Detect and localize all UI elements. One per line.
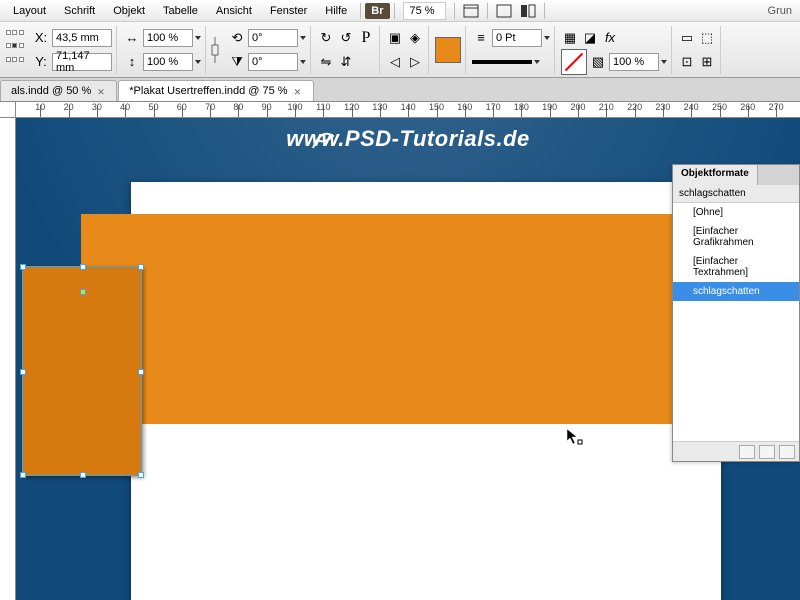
select-container-icon[interactable]: ▣ [386,29,404,47]
zoom-value: 75 % [410,5,435,17]
rotation-icon: ⟲ [228,29,246,47]
fill-color-swatch[interactable] [435,37,461,63]
menu-divider [487,3,488,19]
select-content-icon[interactable]: ◈ [406,29,424,47]
x-position-field[interactable]: 43,5 mm [52,29,112,47]
panel-empty-area [673,301,799,441]
menu-layout[interactable]: Layout [4,2,55,20]
scale-x-field[interactable]: 100 % [143,29,193,47]
document-tab-bar: als.indd @ 50 % ✕ *Plakat Usertreffen.in… [0,78,800,102]
panel-tab-row: Objektformate [673,165,799,185]
chevron-down-icon [544,36,550,40]
text-wrap-bbox-icon[interactable]: ⬚ [698,29,716,47]
tab-label: als.indd @ 50 % [11,85,91,97]
menu-objekt[interactable]: Objekt [104,2,154,20]
style-item-graphic-frame[interactable]: [Einfacher Grafikrahmen [673,222,799,252]
y-position-field[interactable]: 71,147 mm [52,53,112,71]
orange-rectangle[interactable] [81,214,691,424]
paragraph-icon[interactable]: P [357,29,375,47]
style-item-none[interactable]: [Ohne] [673,203,799,222]
horizontal-ruler[interactable]: 0102030405060708090100110120130140150160… [16,102,800,118]
view-mode-normal-icon[interactable] [460,2,482,20]
rotate-ccw-icon[interactable]: ↺ [337,29,355,47]
effects-icon[interactable]: ▦ [561,29,579,47]
close-tab-icon[interactable]: ✕ [294,87,303,96]
rotation-field[interactable]: 0° [248,29,298,47]
workspace-label[interactable]: Grun [768,5,796,17]
menu-fenster[interactable]: Fenster [261,2,316,20]
x-position-icon: X: [32,29,50,47]
ruler-origin[interactable] [0,102,16,118]
flip-v-icon[interactable]: ⇵ [337,53,355,71]
select-next-icon[interactable]: ▷ [406,53,424,71]
rotate-cw-icon[interactable]: ↻ [317,29,335,47]
fit-content-icon[interactable]: ⊡ [678,53,696,71]
stroke-weight-field[interactable]: 0 Pt [492,29,542,47]
arrange-icon[interactable] [517,2,539,20]
zoom-dropdown[interactable]: 75 % [403,2,446,20]
chevron-down-icon [300,60,306,64]
tab-label: *Plakat Usertreffen.indd @ 75 % [129,85,287,97]
vertical-ruler[interactable] [0,118,16,600]
chevron-down-icon [195,36,201,40]
website-url-text: www.PSD-Tutorials.de [286,126,529,152]
fx-icon[interactable]: fx [601,29,619,47]
flip-h-icon[interactable]: ⇋ [317,53,335,71]
stroke-weight-icon: ≡ [472,29,490,47]
stroke-style-dropdown[interactable] [472,60,532,64]
opacity-field[interactable]: 100 % [609,53,659,71]
chevron-down-icon [195,60,201,64]
selection-frame [22,266,142,476]
object-styles-panel: Objektformate schlagschatten [Ohne] [Ein… [672,164,800,462]
new-style-button[interactable] [759,445,775,459]
menu-ansicht[interactable]: Ansicht [207,2,261,20]
panel-current-style[interactable]: schlagschatten [673,185,799,203]
reference-point[interactable] [4,28,26,72]
y-position-icon: Y: [32,53,50,71]
bridge-button[interactable]: Br [365,3,389,19]
constrain-proportions-icon[interactable] [208,30,222,70]
document-tab[interactable]: *Plakat Usertreffen.indd @ 75 % ✕ [118,80,313,101]
fit-frame-icon[interactable]: ⊞ [698,53,716,71]
close-tab-icon[interactable]: ✕ [97,87,106,96]
menu-tabelle[interactable]: Tabelle [154,2,207,20]
object-styles-list: [Ohne] [Einfacher Grafikrahmen [Einfache… [673,203,799,441]
panel-footer [673,441,799,461]
opacity-icon: ▧ [589,53,607,71]
menu-schrift[interactable]: Schrift [55,2,104,20]
menu-hilfe[interactable]: Hilfe [316,2,356,20]
chevron-down-icon [661,60,667,64]
scale-y-field[interactable]: 100 % [143,53,193,71]
control-bar: X:43,5 mm Y:71,147 mm ↔100 % ↕100 % ⟲0° … [0,22,800,78]
chevron-down-icon [300,36,306,40]
screen-mode-icon[interactable] [493,2,515,20]
clear-overrides-button[interactable] [739,445,755,459]
document-tab[interactable]: als.indd @ 50 % ✕ [0,80,117,101]
menu-divider [454,3,455,19]
chevron-down-icon [534,60,540,64]
menu-bar: Layout Schrift Objekt Tabelle Ansicht Fe… [0,0,800,22]
shear-icon: ⧩ [228,53,246,71]
delete-style-button[interactable] [779,445,795,459]
drop-shadow-icon[interactable]: ◪ [581,29,599,47]
style-item-schlagschatten[interactable]: schlagschatten [673,282,799,301]
menu-divider [544,3,545,19]
menu-divider [394,3,395,19]
scale-y-icon: ↕ [123,53,141,71]
select-prev-icon[interactable]: ◁ [386,53,404,71]
text-wrap-none-icon[interactable]: ▭ [678,29,696,47]
shear-field[interactable]: 0° [248,53,298,71]
scale-x-icon: ↔ [123,29,141,47]
no-fill-swatch[interactable] [561,49,587,75]
panel-tab[interactable]: Objektformate [673,165,758,185]
menu-divider [360,3,361,19]
style-item-text-frame[interactable]: [Einfacher Textrahmen] [673,252,799,282]
